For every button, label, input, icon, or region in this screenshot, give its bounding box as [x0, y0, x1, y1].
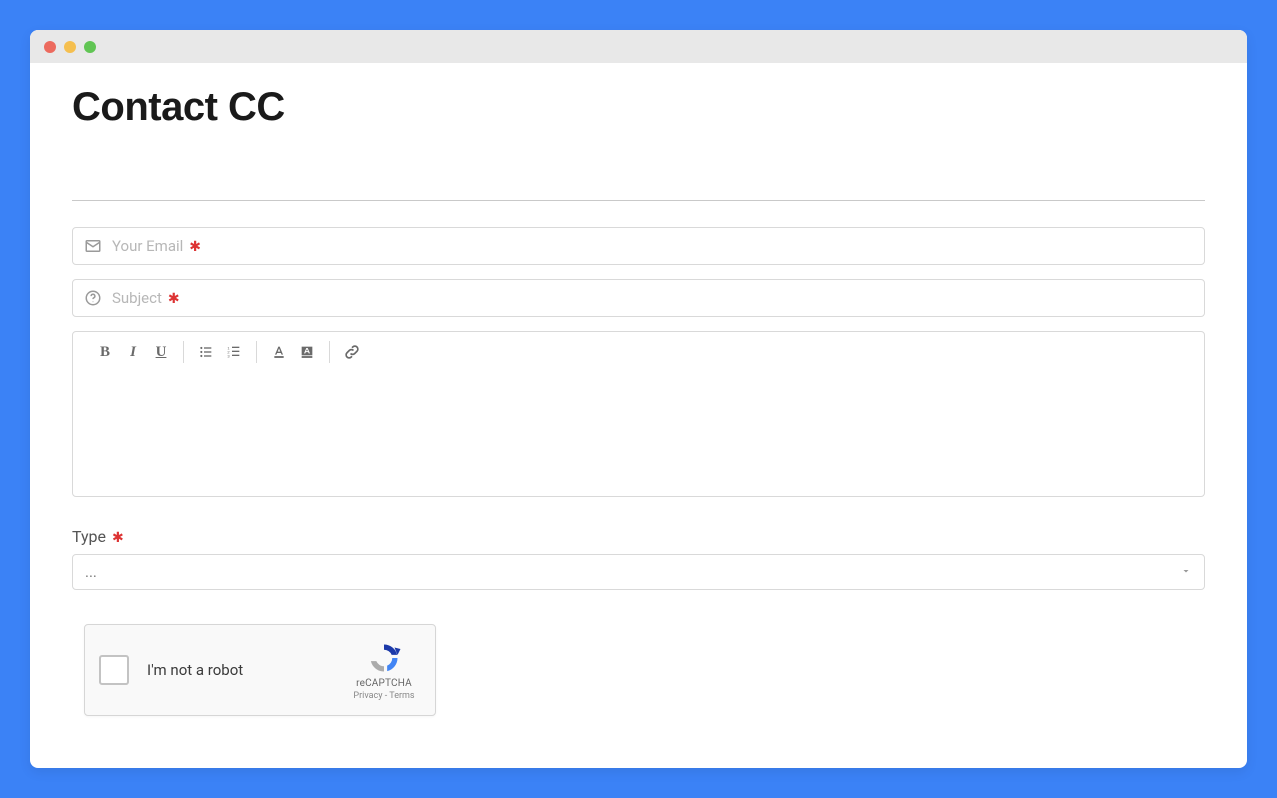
type-select[interactable]: ... [72, 554, 1205, 590]
page-title: Contact CC [72, 85, 1205, 130]
divider [72, 200, 1205, 201]
window-minimize-button[interactable] [64, 41, 76, 53]
underline-button[interactable]: U [149, 340, 173, 364]
recaptcha-links: Privacy - Terms [353, 691, 414, 701]
recaptcha-terms-link[interactable]: Terms [389, 691, 414, 701]
color-group [256, 341, 329, 363]
bg-color-button[interactable] [295, 340, 319, 364]
recaptcha-widget: I'm not a robot reCAPTCHA Privacy - Term… [84, 624, 436, 716]
chevron-down-icon [1180, 563, 1192, 581]
bullet-list-button[interactable] [194, 340, 218, 364]
bold-button[interactable]: B [93, 340, 117, 364]
recaptcha-privacy-link[interactable]: Privacy [353, 691, 382, 701]
type-label-text: Type [72, 527, 106, 546]
type-label: Type ✱ [72, 527, 1205, 546]
editor-toolbar: B I U 1 2 [73, 332, 1204, 372]
window-close-button[interactable] [44, 41, 56, 53]
required-star: ✱ [112, 530, 124, 546]
app-window: Contact CC Your Email ✱ [30, 30, 1247, 768]
email-field-wrap: Your Email ✱ [72, 227, 1205, 265]
message-editor: B I U 1 2 [72, 331, 1205, 497]
email-input[interactable] [72, 227, 1205, 265]
format-group: B I U [83, 341, 183, 363]
subject-field-wrap: Subject ✱ [72, 279, 1205, 317]
recaptcha-brand: reCAPTCHA Privacy - Terms [347, 640, 421, 701]
type-selected-value: ... [85, 563, 97, 581]
svg-text:3: 3 [227, 353, 230, 358]
subject-input[interactable] [72, 279, 1205, 317]
list-group: 1 2 3 [183, 341, 256, 363]
recaptcha-checkbox[interactable] [99, 655, 129, 685]
ordered-list-button[interactable]: 1 2 3 [222, 340, 246, 364]
link-button[interactable] [340, 340, 364, 364]
text-color-button[interactable] [267, 340, 291, 364]
email-icon [84, 237, 102, 255]
italic-button[interactable]: I [121, 340, 145, 364]
type-select-wrap: ... [72, 554, 1205, 590]
window-titlebar [30, 30, 1247, 63]
link-group [329, 341, 374, 363]
help-icon [84, 289, 102, 307]
recaptcha-brand-name: reCAPTCHA [356, 678, 412, 689]
recaptcha-label: I'm not a robot [147, 661, 347, 679]
recaptcha-logo-icon [366, 640, 402, 676]
message-body[interactable] [73, 372, 1204, 496]
page-content: Contact CC Your Email ✱ [30, 63, 1247, 736]
window-maximize-button[interactable] [84, 41, 96, 53]
